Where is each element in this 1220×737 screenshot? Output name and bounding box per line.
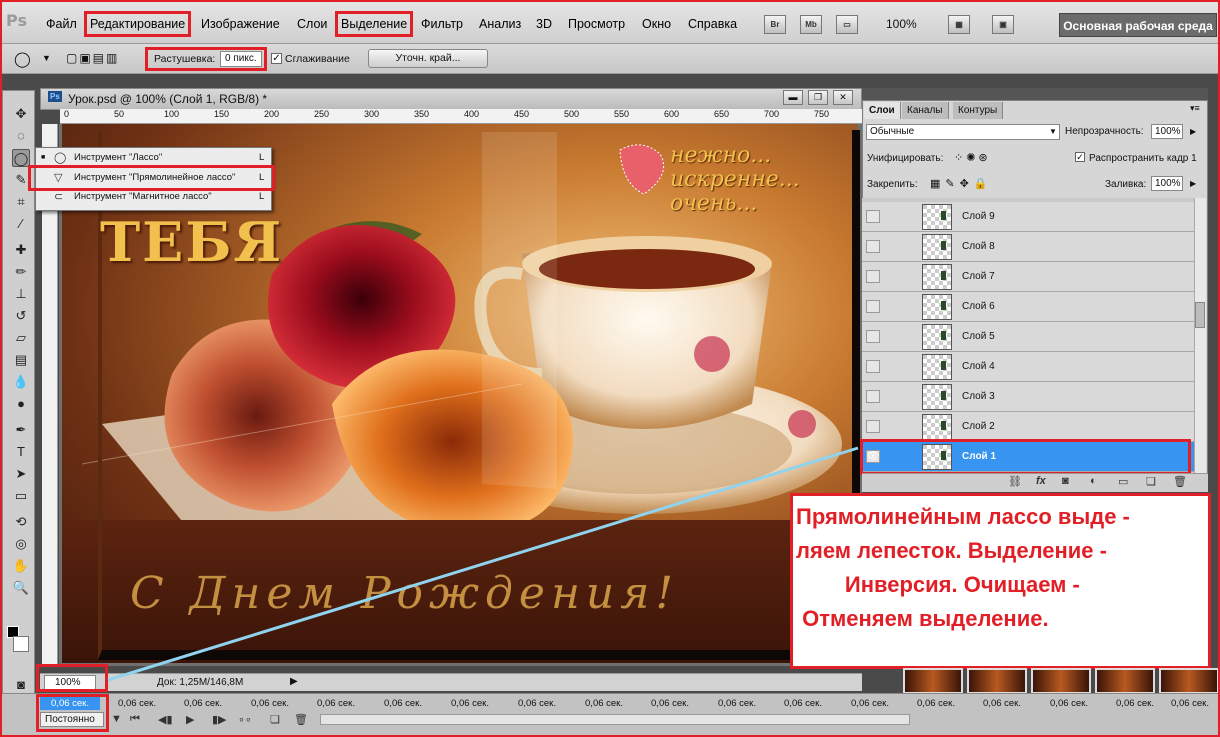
callout-arrow-line	[107, 446, 859, 682]
callout-arrow	[107, 446, 859, 682]
